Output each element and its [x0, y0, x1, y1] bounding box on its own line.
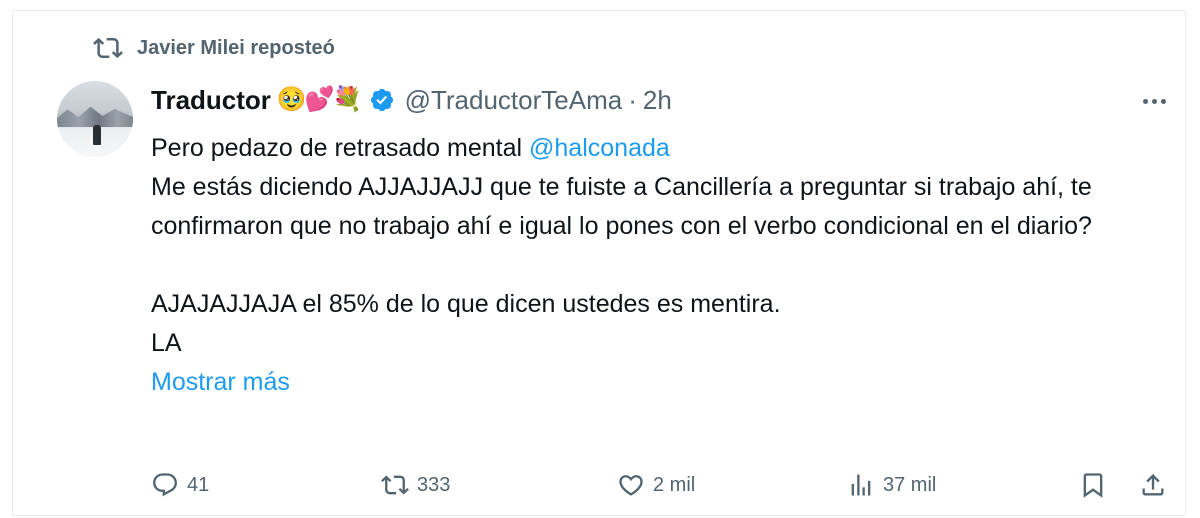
- mention-link[interactable]: @halconada: [529, 134, 670, 162]
- reply-button[interactable]: 41: [151, 465, 209, 505]
- like-button[interactable]: 2 mil: [617, 465, 695, 505]
- author-handle[interactable]: @TraductorTeAma: [405, 83, 623, 117]
- author-emojis: 🥹💕💐: [276, 86, 363, 113]
- tweet-card[interactable]: Javier Milei reposteó Traductor 🥹💕💐 @Tra…: [12, 10, 1186, 516]
- more-options-icon[interactable]: [1137, 89, 1171, 113]
- tweet-line-1: Pero pedazo de retrasado mental @halcona…: [151, 129, 1161, 168]
- bookmark-button[interactable]: [1079, 465, 1107, 505]
- tweet-paragraph-2: AJAJAJJAJA el 85% de lo que dicen ustede…: [151, 290, 781, 318]
- tweet-paragraph-3: LA: [151, 329, 182, 357]
- repost-count: 333: [417, 473, 451, 496]
- repost-text: Javier Milei reposteó: [137, 36, 335, 59]
- share-icon: [1142, 474, 1164, 496]
- repost-icon: [381, 475, 409, 495]
- avatar-person: [93, 125, 101, 145]
- repost-icon: [93, 37, 123, 59]
- like-count: 2 mil: [653, 473, 696, 496]
- tweet-timestamp[interactable]: 2h: [643, 83, 672, 117]
- tweet-body: Pero pedazo de retrasado mental @halcona…: [151, 129, 1161, 402]
- reply-icon: [153, 473, 177, 497]
- tweet-paragraph-1: Me estás diciendo AJJAJJAJJ que te fuist…: [151, 173, 1092, 240]
- repost-button[interactable]: 333: [381, 465, 450, 505]
- author-name[interactable]: Traductor: [151, 83, 271, 117]
- verified-badge-icon[interactable]: [369, 87, 395, 113]
- header-separator: ·: [628, 85, 637, 115]
- tweet-text-line-1: Pero pedazo de retrasado mental: [151, 134, 530, 162]
- avatar[interactable]: [57, 81, 133, 157]
- views-chart-icon: [851, 474, 871, 496]
- show-more-link[interactable]: Mostrar más: [151, 363, 1161, 402]
- reply-count: 41: [187, 473, 210, 496]
- action-bar: 41 333 2 mil 37 mil: [151, 465, 1181, 505]
- tweet-header: Traductor 🥹💕💐 @TraductorTeAma · 2h: [151, 83, 672, 117]
- share-button[interactable]: [1139, 465, 1167, 505]
- repost-indicator[interactable]: Javier Milei reposteó: [93, 33, 335, 63]
- avatar-mountains: [57, 106, 133, 127]
- bookmark-icon: [1083, 473, 1103, 498]
- views-count: 37 mil: [883, 473, 937, 496]
- views-button[interactable]: 37 mil: [847, 465, 936, 505]
- heart-icon: [619, 475, 643, 496]
